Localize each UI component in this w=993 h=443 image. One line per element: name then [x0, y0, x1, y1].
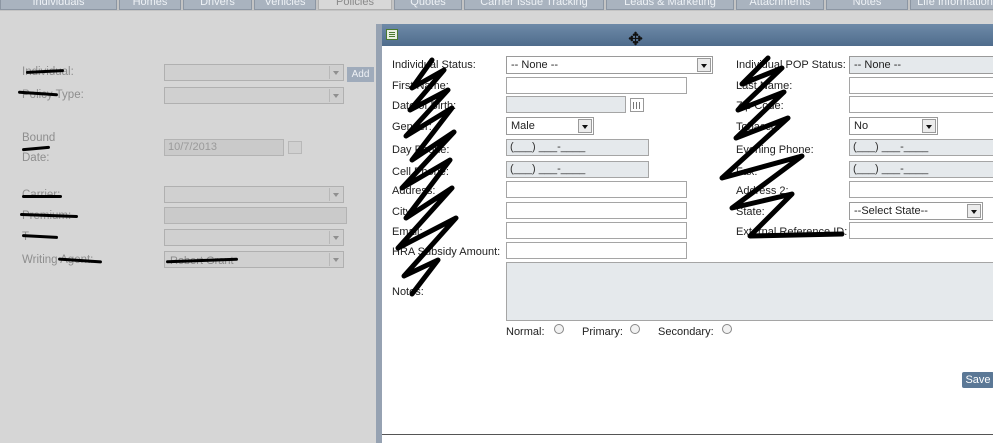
- chevron-down-icon: [329, 66, 342, 79]
- tab-quotes[interactable]: Quotes: [394, 0, 462, 10]
- tab-drivers[interactable]: Drivers: [183, 0, 252, 10]
- tab-life-information[interactable]: Life Information: [910, 0, 993, 10]
- chevron-down-icon: [329, 188, 342, 201]
- policy-type-select[interactable]: [164, 87, 344, 104]
- dialog-bottom-border: [382, 434, 993, 435]
- form-icon: [386, 29, 398, 40]
- chevron-down-icon: [329, 253, 342, 266]
- individual-select[interactable]: [164, 64, 344, 81]
- dialog-title-bar[interactable]: ✥: [382, 24, 993, 48]
- tab-leads-marketing[interactable]: Leads & Marketing: [606, 0, 734, 10]
- t-select[interactable]: [164, 229, 344, 246]
- calendar-icon[interactable]: [288, 141, 302, 154]
- carrier-select[interactable]: [164, 186, 344, 203]
- tab-attachments[interactable]: Attachments: [736, 0, 824, 10]
- tab-strip: Individuals Homes Drivers Vehicles Polic…: [0, 0, 993, 11]
- redaction-scribble: [395, 55, 845, 297]
- move-icon[interactable]: ✥: [628, 30, 643, 48]
- tab-carrier-issue-tracking[interactable]: Carrier Issue Tracking: [464, 0, 604, 10]
- secondary-radio[interactable]: [722, 324, 732, 334]
- bound-date-label: Date:: [22, 152, 50, 164]
- bound-date-input[interactable]: 10/7/2013: [164, 139, 284, 156]
- tab-policies[interactable]: Policies: [318, 0, 392, 10]
- tab-individuals[interactable]: Individuals: [0, 0, 117, 10]
- normal-radio-label: Normal:: [506, 326, 545, 338]
- redaction-scribble: [22, 195, 62, 198]
- normal-radio[interactable]: [554, 324, 564, 334]
- add-individual-button[interactable]: Add: [347, 67, 374, 82]
- primary-radio-label: Primary:: [582, 326, 623, 338]
- redaction-scribble: [21, 145, 51, 152]
- primary-radio[interactable]: [630, 324, 640, 334]
- bound-label: Bound: [22, 132, 56, 144]
- chevron-down-icon: [329, 89, 342, 102]
- secondary-radio-label: Secondary:: [658, 326, 714, 338]
- tab-notes[interactable]: Notes: [826, 0, 908, 10]
- individual-dialog: ✥ Individual Status: -- None -- First Na…: [376, 24, 993, 443]
- tab-homes[interactable]: Homes: [119, 0, 181, 10]
- premium-input[interactable]: [164, 207, 347, 224]
- chevron-down-icon: [329, 231, 342, 244]
- save-button[interactable]: Save: [962, 372, 993, 388]
- tab-vehicles[interactable]: Vehicles: [254, 0, 316, 10]
